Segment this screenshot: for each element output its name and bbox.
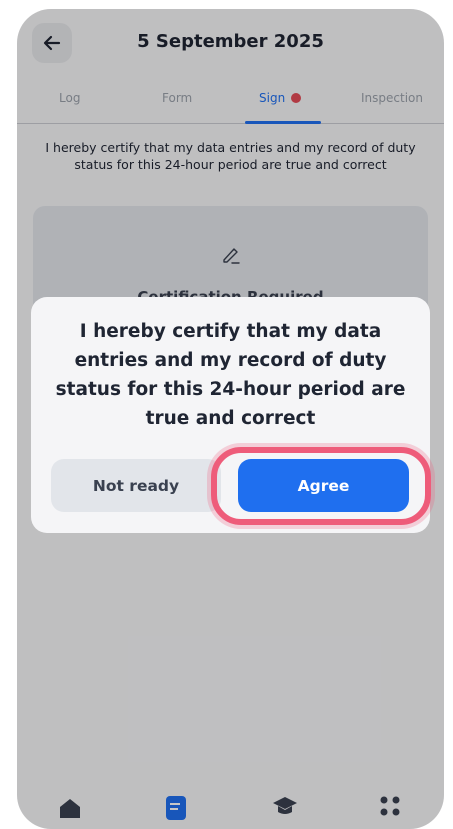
- phone-screen: 5 September 2025 Log Form Sign Inspectio…: [17, 9, 444, 829]
- dialog-message: I hereby certify that my data entries an…: [55, 321, 406, 429]
- not-ready-button[interactable]: Not ready: [51, 459, 221, 512]
- agree-highlight-ring: [211, 447, 431, 525]
